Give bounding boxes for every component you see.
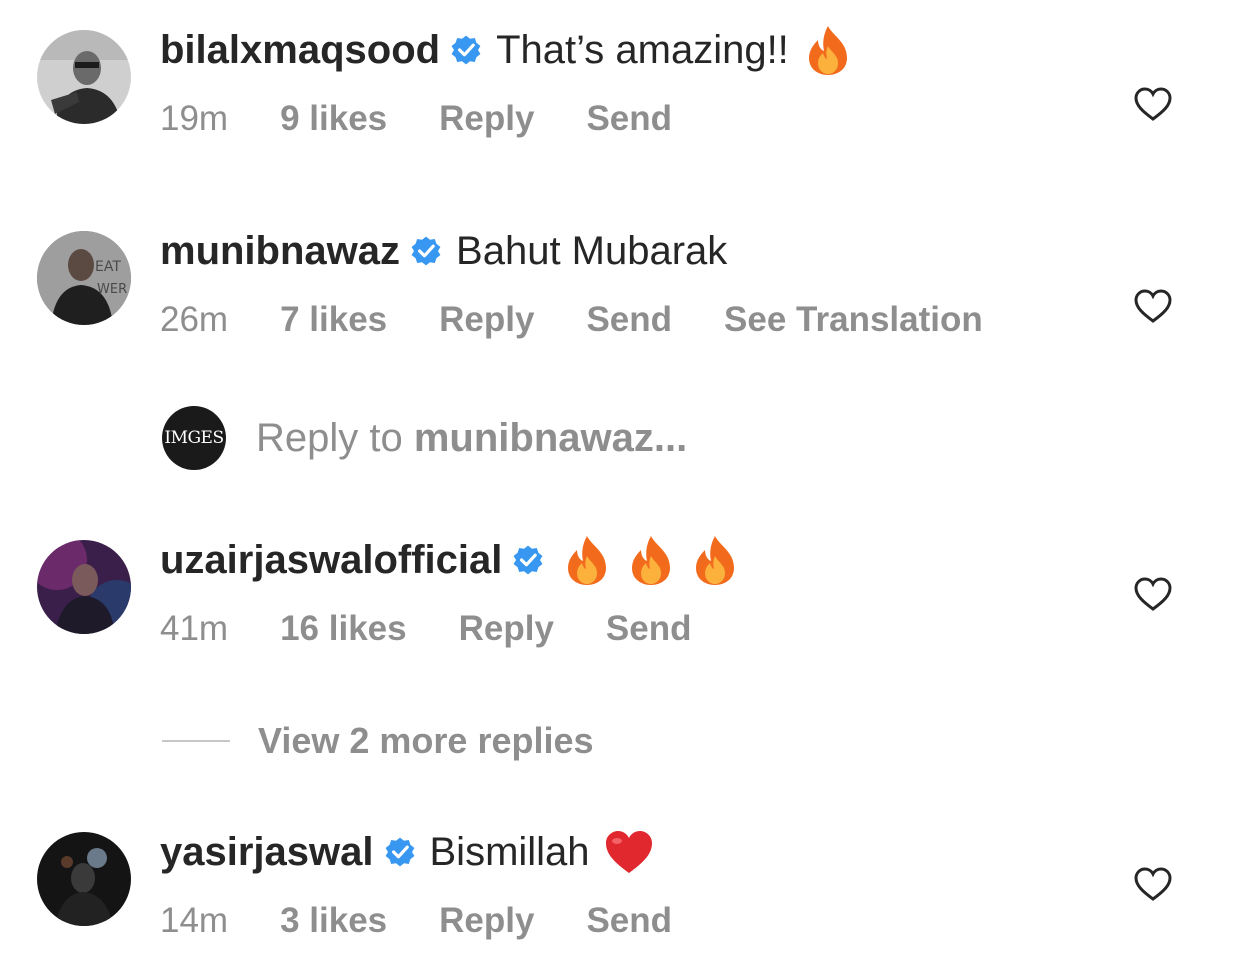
heart-emoji — [605, 831, 652, 873]
likes-count[interactable]: 3 likes — [280, 901, 387, 941]
avatar[interactable]: EAT WER — [37, 231, 131, 325]
see-translation-button[interactable]: See Translation — [724, 300, 983, 340]
username[interactable]: uzairjaswalofficial — [160, 530, 502, 590]
send-button[interactable]: Send — [586, 99, 672, 139]
avatar[interactable] — [37, 30, 131, 124]
reply-prompt-target: munibnawaz... — [413, 415, 688, 460]
reply-button[interactable]: Reply — [439, 99, 534, 139]
comment-text: That’s amazing!! — [496, 28, 789, 72]
avatar[interactable] — [37, 832, 131, 926]
comment-meta: 41m 16 likes Reply Send — [160, 604, 743, 654]
send-button[interactable]: Send — [606, 609, 692, 649]
fire-emoji — [632, 536, 671, 585]
reply-button[interactable]: Reply — [459, 609, 554, 649]
fire-emoji — [696, 536, 735, 585]
reply-prompt-prefix: Reply to — [256, 415, 414, 460]
timestamp: 41m — [160, 609, 229, 648]
view-more-replies-label[interactable]: View 2 more replies — [258, 720, 594, 762]
comment-text: Bismillah — [429, 830, 590, 874]
comment-meta: 26m 7 likes Reply Send See Translation — [160, 295, 1035, 345]
comment-meta: 19m 9 likes Reply Send — [160, 94, 724, 144]
verified-badge-icon — [411, 236, 441, 266]
heart-outline-icon[interactable] — [1133, 576, 1173, 612]
current-user-avatar: IMGES — [162, 406, 226, 470]
comment-text: Bahut Mubarak — [456, 229, 728, 273]
reply-prompt-text[interactable]: Reply to munibnawaz... — [256, 416, 687, 461]
reply-button[interactable]: Reply — [439, 300, 534, 340]
comment-line: yasirjaswal Bismillah — [160, 822, 654, 882]
verified-badge-icon — [513, 545, 543, 575]
timestamp: 19m — [160, 99, 229, 138]
likes-count[interactable]: 9 likes — [280, 99, 387, 139]
reply-prompt[interactable]: IMGES Reply to munibnawaz... — [162, 405, 687, 471]
view-more-replies[interactable]: View 2 more replies — [162, 713, 594, 769]
comment-line: munibnawaz Bahut Mubarak — [160, 221, 727, 281]
fire-emoji — [808, 26, 847, 75]
verified-badge-icon — [451, 35, 481, 65]
avatar[interactable] — [37, 540, 131, 634]
likes-count[interactable]: 16 likes — [280, 609, 407, 649]
timestamp: 26m — [160, 300, 229, 339]
send-button[interactable]: Send — [586, 300, 672, 340]
heart-outline-icon[interactable] — [1133, 866, 1173, 902]
timestamp: 14m — [160, 901, 229, 940]
username[interactable]: munibnawaz — [160, 221, 400, 281]
username[interactable]: bilalxmaqsood — [160, 20, 440, 80]
heart-outline-icon[interactable] — [1133, 288, 1173, 324]
verified-badge-icon — [385, 837, 414, 867]
heart-outline-icon[interactable] — [1133, 86, 1173, 122]
username[interactable]: yasirjaswal — [160, 822, 374, 882]
comment-line: bilalxmaqsood That’s amazing!! — [160, 20, 853, 80]
comment-meta: 14m 3 likes Reply Send — [160, 896, 724, 946]
comment-line: uzairjaswalofficial — [160, 530, 740, 590]
svg-text:EAT: EAT — [95, 259, 121, 275]
fire-emoji — [568, 536, 607, 585]
reply-button[interactable]: Reply — [439, 901, 534, 941]
likes-count[interactable]: 7 likes — [280, 300, 387, 340]
send-button[interactable]: Send — [586, 901, 672, 941]
divider — [162, 740, 230, 742]
